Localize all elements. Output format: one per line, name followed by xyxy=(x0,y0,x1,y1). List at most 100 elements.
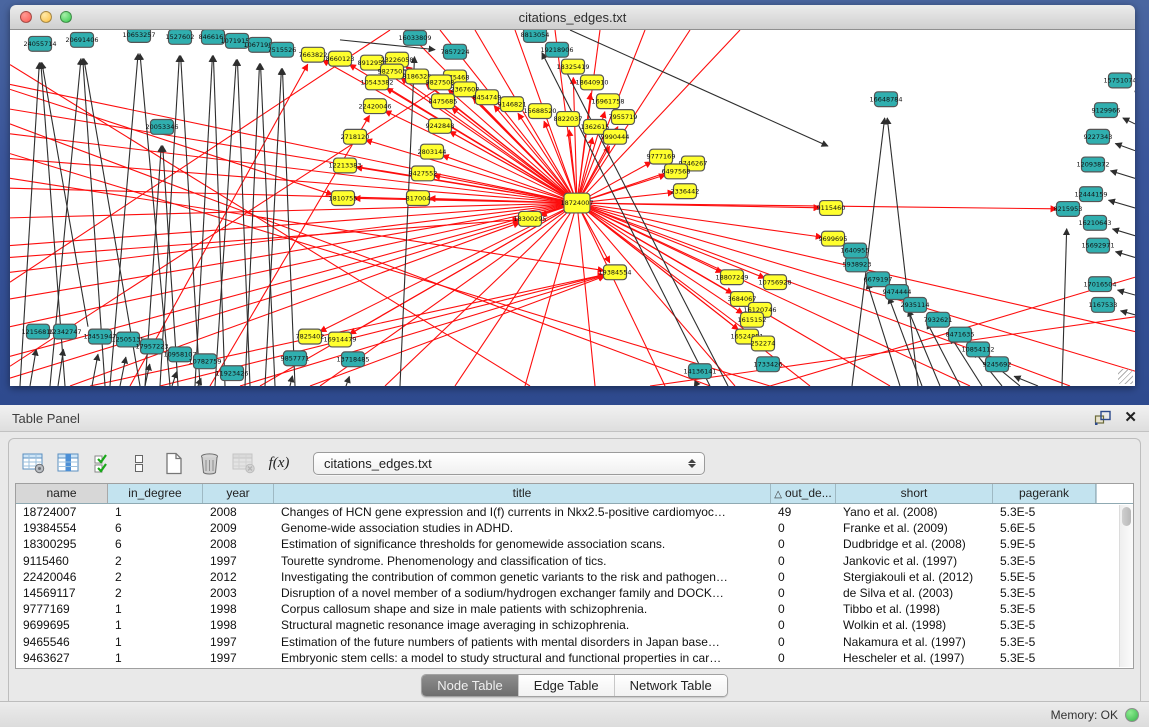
graph-node[interactable]: 2336442 xyxy=(671,184,700,199)
graph-edge[interactable] xyxy=(1121,311,1135,315)
graph-node[interactable]: 7955719 xyxy=(609,110,638,125)
graph-node[interactable]: 20053346 xyxy=(145,119,178,134)
graph-node[interactable]: 1733426 xyxy=(754,357,783,372)
graph-edge[interactable] xyxy=(346,376,349,386)
graph-node[interactable]: 9242848 xyxy=(426,119,455,134)
tab-node-table[interactable]: Node Table xyxy=(422,675,519,696)
graph-node[interactable]: 9227343 xyxy=(1084,129,1113,144)
graph-node[interactable]: 9777169 xyxy=(647,149,676,164)
table-row[interactable]: 1872400712008Changes of HCN gene express… xyxy=(16,504,1119,520)
graph-node[interactable]: 12213383 xyxy=(328,158,361,173)
graph-node[interactable]: 10756928 xyxy=(758,275,791,290)
graph-node[interactable]: 22420046 xyxy=(358,99,391,114)
graph-node[interactable]: 10782759 xyxy=(188,354,221,369)
graph-node[interactable]: 14136141 xyxy=(683,364,716,379)
graph-edge[interactable] xyxy=(195,56,212,386)
column-header-pagerank[interactable]: pagerank xyxy=(993,484,1096,503)
table-row[interactable]: 1456911722003Disruption of a novel membe… xyxy=(16,585,1119,601)
graph-node[interactable]: 6497568 xyxy=(662,164,691,179)
graph-edge[interactable] xyxy=(1118,290,1135,295)
graph-node[interactable]: 19384554 xyxy=(598,265,631,280)
function-builder-button[interactable]: f(x) xyxy=(266,450,292,476)
column-header-out-degree[interactable]: △out_de... xyxy=(771,484,836,503)
graph-edge[interactable] xyxy=(90,275,604,386)
graph-node[interactable]: 19218906 xyxy=(540,42,573,57)
graph-edge[interactable] xyxy=(887,118,918,386)
delete-table-button[interactable] xyxy=(231,450,257,476)
graph-node[interactable]: 18640910 xyxy=(575,75,608,90)
graph-node[interactable]: 18807249 xyxy=(715,270,748,285)
column-header-year[interactable]: year xyxy=(203,484,274,503)
graph-node[interactable]: 8475685 xyxy=(429,94,458,109)
table-row[interactable]: 1938455462009Genome-wide association stu… xyxy=(16,520,1119,536)
graph-edge[interactable] xyxy=(30,349,36,386)
graph-edge[interactable] xyxy=(10,159,577,204)
graph-node[interactable]: 13718485 xyxy=(336,352,369,367)
memory-status-icon[interactable] xyxy=(1125,708,1139,722)
graph-node[interactable]: 9699695 xyxy=(819,231,848,246)
graph-node[interactable]: 16648784 xyxy=(869,92,902,107)
graph-node[interactable]: 12093872 xyxy=(1076,157,1109,172)
graph-node[interactable]: 9115460 xyxy=(817,201,846,216)
graph-node[interactable]: 11923426 xyxy=(215,366,248,381)
scrollbar-thumb[interactable] xyxy=(1122,507,1131,526)
row-height-button[interactable] xyxy=(126,450,152,476)
graph-edge[interactable] xyxy=(1116,252,1135,258)
graph-node[interactable]: 7825402 xyxy=(296,329,325,344)
graph-edge[interactable] xyxy=(58,349,63,386)
table-selector-combo[interactable]: citations_edges.txt xyxy=(313,452,705,475)
graph-edge[interactable] xyxy=(172,372,177,386)
graph-node[interactable]: 18300295 xyxy=(513,211,546,226)
graph-edge[interactable] xyxy=(1115,144,1135,151)
graph-node[interactable]: 10854112 xyxy=(961,342,994,357)
graph-edge[interactable] xyxy=(213,56,225,386)
column-header-name[interactable]: name xyxy=(16,484,108,503)
graph-node[interactable]: 24055714 xyxy=(23,36,56,51)
graph-node[interactable]: 7663822 xyxy=(299,47,328,62)
graph-edge[interactable] xyxy=(10,220,519,258)
graph-node[interactable]: 16210643 xyxy=(1078,215,1111,230)
table-row[interactable]: 911546021997Tourette syndrome. Phenomeno… xyxy=(16,553,1119,569)
graph-edge[interactable] xyxy=(92,354,98,386)
close-panel-icon[interactable]: ✕ xyxy=(1124,410,1137,426)
graph-node[interactable]: 9427552 xyxy=(409,166,438,181)
graph-node[interactable]: 5938923 xyxy=(843,257,872,272)
graph-node[interactable]: 8822037 xyxy=(554,112,583,127)
graph-edge[interactable] xyxy=(542,53,710,386)
graph-node[interactable]: 817004 xyxy=(406,191,431,206)
table-row[interactable]: 1830029562008Estimation of significance … xyxy=(16,536,1119,552)
graph-edge[interactable] xyxy=(215,60,236,386)
graph-node[interactable]: 15688520 xyxy=(523,104,556,119)
graph-edge[interactable] xyxy=(455,203,577,386)
table-options-button[interactable] xyxy=(21,450,47,476)
graph-node[interactable]: 2718120 xyxy=(341,129,370,144)
graph-edge[interactable] xyxy=(1062,229,1067,386)
graph-edge[interactable] xyxy=(577,203,743,314)
graph-node[interactable]: 8471635 xyxy=(946,327,975,342)
graph-edge[interactable] xyxy=(1113,229,1135,236)
float-panel-icon[interactable] xyxy=(1094,410,1112,426)
graph-node[interactable]: 2803144 xyxy=(418,144,447,159)
graph-edge[interactable] xyxy=(385,111,577,203)
graph-node[interactable]: 9990444 xyxy=(601,129,630,144)
column-header-short[interactable]: short xyxy=(836,484,993,503)
graph-edge[interactable] xyxy=(1110,171,1135,179)
column-header-title[interactable]: title xyxy=(274,484,771,503)
graph-node[interactable]: 10543382 xyxy=(360,75,393,90)
graph-node[interactable]: 252274 xyxy=(751,336,776,351)
graph-edge[interactable] xyxy=(1109,200,1135,208)
graph-node[interactable]: 8660123 xyxy=(326,51,355,66)
graph-edge[interactable] xyxy=(10,83,446,366)
graph-edge[interactable] xyxy=(120,357,126,386)
graph-node[interactable]: 20691406 xyxy=(65,32,98,47)
graph-node[interactable]: 9857771 xyxy=(281,351,310,366)
graph-node[interactable]: 8813054 xyxy=(521,30,550,42)
graph-node[interactable]: 12342747 xyxy=(48,324,81,339)
column-header-in-degree[interactable]: in_degree xyxy=(108,484,203,503)
tab-edge-table[interactable]: Edge Table xyxy=(519,675,615,696)
table-row[interactable]: 946362711997Embryonic stem cells: a mode… xyxy=(16,650,1119,666)
tab-network-table[interactable]: Network Table xyxy=(615,675,727,696)
graph-node[interactable]: 16914479 xyxy=(323,332,356,347)
graph-node[interactable]: 15692971 xyxy=(1081,238,1114,253)
graph-node[interactable]: 9245692 xyxy=(983,357,1012,372)
